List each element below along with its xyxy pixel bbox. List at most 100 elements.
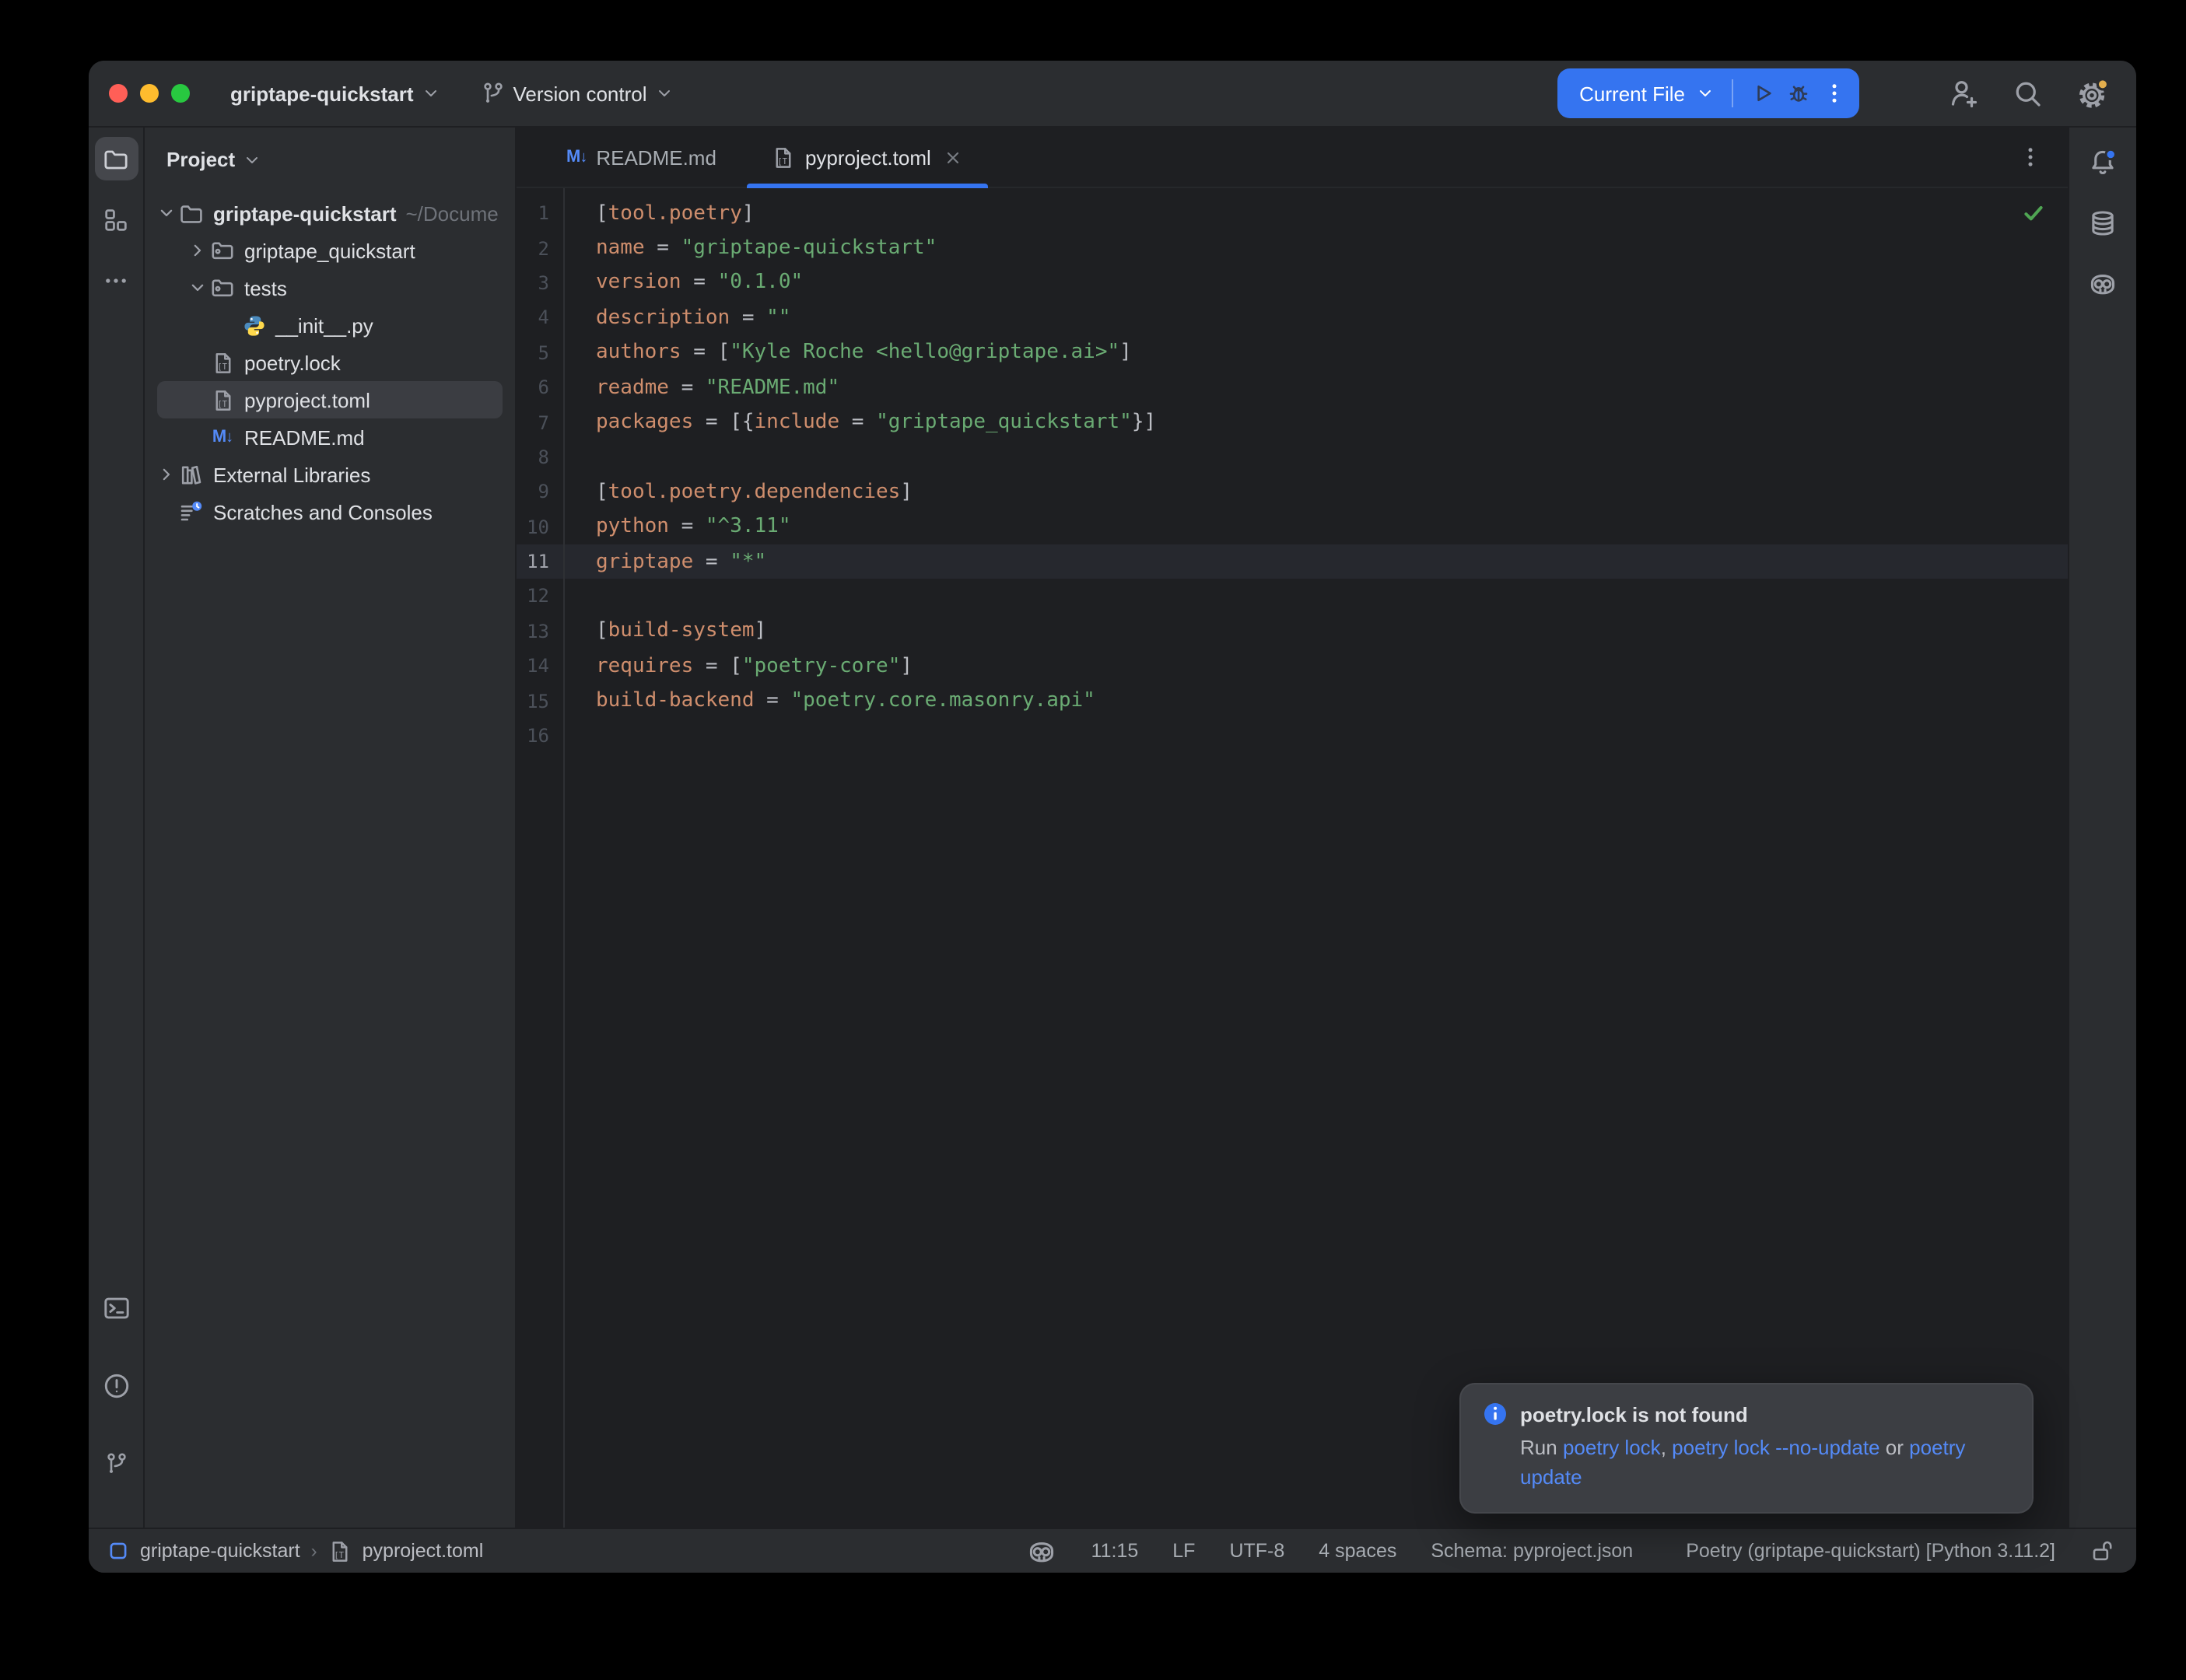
- status-schema[interactable]: Schema: pyproject.json: [1431, 1540, 1633, 1562]
- breadcrumb-file[interactable]: pyproject.toml: [363, 1540, 484, 1562]
- problems-tool-button[interactable]: [94, 1364, 138, 1408]
- tree-item-tests[interactable]: tests: [145, 269, 515, 306]
- search-icon[interactable]: [2012, 78, 2043, 109]
- project-panel: Project griptape-quickstart~/Documegript…: [145, 128, 517, 1528]
- code-line-8[interactable]: 8: [517, 439, 2068, 474]
- tree-item-external-libraries[interactable]: External Libraries: [145, 456, 515, 493]
- editor-tab-bar: M↓README.md[T]pyproject.toml: [517, 128, 2068, 188]
- tree-item-griptape-quickstart[interactable]: griptape_quickstart: [145, 232, 515, 269]
- tree-item-label: __init__.py: [275, 313, 373, 337]
- close-button[interactable]: [109, 84, 128, 103]
- code-line-3[interactable]: 3version = "0.1.0": [517, 266, 2068, 301]
- code-line-14[interactable]: 14requires = ["poetry-core"]: [517, 649, 2068, 684]
- settings-icon[interactable]: [2076, 77, 2108, 110]
- tree-item-readme-md[interactable]: M↓README.md: [145, 418, 515, 456]
- editor-area: M↓README.md[T]pyproject.toml 1[tool.poet…: [517, 128, 2068, 1528]
- line-content: description = "": [563, 306, 790, 330]
- markdown-icon: M↓: [210, 428, 235, 446]
- line-number: 8: [517, 446, 563, 468]
- debug-icon[interactable]: [1786, 81, 1811, 106]
- tree-item-griptape-quickstart[interactable]: griptape-quickstart~/Docume: [145, 194, 515, 232]
- line-number: 16: [517, 725, 563, 747]
- line-number: 3: [517, 272, 563, 294]
- code-line-5[interactable]: 5authors = ["Kyle Roche <hello@griptape.…: [517, 335, 2068, 370]
- project-tool-button[interactable]: [94, 137, 138, 180]
- terminal-tool-button[interactable]: [94, 1286, 138, 1330]
- line-number: 2: [517, 237, 563, 259]
- info-icon: [1483, 1402, 1508, 1426]
- run-configuration-widget[interactable]: Current File: [1557, 68, 1859, 118]
- title-bar: griptape-quickstart Version control Curr…: [89, 61, 2136, 128]
- chevron-down-icon[interactable]: [185, 277, 210, 299]
- code-line-6[interactable]: 6readme = "README.md": [517, 370, 2068, 405]
- notification-link[interactable]: poetry lock: [1563, 1436, 1661, 1459]
- status-encoding[interactable]: UTF-8: [1229, 1540, 1284, 1562]
- more-run-options-icon[interactable]: [1822, 81, 1847, 106]
- minimize-button[interactable]: [140, 84, 159, 103]
- chevron-down-icon: [243, 150, 261, 169]
- code-line-10[interactable]: 10python = "^3.11": [517, 509, 2068, 544]
- folder-icon: [179, 200, 204, 226]
- line-number: 13: [517, 621, 563, 642]
- notification-header: poetry.lock is not found: [1483, 1402, 2010, 1426]
- code-line-16[interactable]: 16: [517, 719, 2068, 754]
- tree-item-scratches-and-consoles[interactable]: Scratches and Consoles: [145, 493, 515, 530]
- breadcrumb-module[interactable]: griptape-quickstart: [140, 1540, 300, 1562]
- status-line-separator[interactable]: LF: [1172, 1540, 1195, 1562]
- database-icon[interactable]: [2088, 208, 2118, 238]
- add-user-icon[interactable]: [1948, 78, 1979, 109]
- tab-pyproject-toml[interactable]: [T]pyproject.toml: [744, 128, 992, 187]
- status-interpreter[interactable]: Poetry (griptape-quickstart) [Python 3.1…: [1686, 1540, 2055, 1562]
- close-icon[interactable]: [944, 147, 964, 167]
- code-line-7[interactable]: 7packages = [{include = "griptape_quicks…: [517, 405, 2068, 440]
- tabs: M↓README.md[T]pyproject.toml: [538, 128, 992, 187]
- tree-item-init-py[interactable]: __init__.py: [145, 306, 515, 344]
- project-panel-header[interactable]: Project: [145, 128, 515, 191]
- notification-title: poetry.lock is not found: [1520, 1402, 1748, 1426]
- tree-item-label: External Libraries: [213, 463, 370, 486]
- code-line-12[interactable]: 12: [517, 579, 2068, 614]
- editor-options-icon[interactable]: [2018, 145, 2043, 170]
- code-line-9[interactable]: 9[tool.poetry.dependencies]: [517, 474, 2068, 509]
- notification-link[interactable]: poetry lock --no-update: [1672, 1436, 1879, 1459]
- line-number: 4: [517, 307, 563, 329]
- module-icon: [107, 1540, 129, 1562]
- project-selector[interactable]: griptape-quickstart: [230, 82, 440, 105]
- right-activity-bar: [2068, 128, 2136, 1528]
- code-editor[interactable]: 1[tool.poetry]2name = "griptape-quicksta…: [517, 188, 2068, 1528]
- lock-icon[interactable]: [2090, 1538, 2114, 1563]
- code-line-13[interactable]: 13[build-system]: [517, 614, 2068, 649]
- structure-tool-button[interactable]: [94, 198, 138, 241]
- status-indent[interactable]: 4 spaces: [1319, 1540, 1396, 1562]
- chevron-right-icon[interactable]: [185, 240, 210, 261]
- breadcrumb: griptape-quickstart › [T] pyproject.toml: [107, 1539, 483, 1563]
- chevron-down-icon[interactable]: [154, 202, 179, 224]
- code-line-11[interactable]: 11griptape = "*": [517, 544, 2068, 579]
- code-line-15[interactable]: 15build-backend = "poetry.core.masonry.a…: [517, 684, 2068, 719]
- version-control-tool-button[interactable]: [94, 1442, 138, 1486]
- chevron-right-icon[interactable]: [154, 464, 179, 485]
- markdown-icon: M↓: [566, 148, 587, 166]
- libraries-icon: [179, 462, 204, 487]
- line-content: authors = ["Kyle Roche <hello@griptape.a…: [563, 341, 1132, 365]
- tree-item-label: griptape-quickstart: [213, 201, 397, 225]
- ai-assistant-icon[interactable]: [2088, 269, 2118, 299]
- status-caret-position[interactable]: 11:15: [1091, 1540, 1139, 1562]
- vcs-widget[interactable]: Version control: [481, 81, 674, 106]
- vcs-label: Version control: [513, 82, 647, 105]
- tab-readme-md[interactable]: M↓README.md: [538, 128, 744, 187]
- code-line-2[interactable]: 2name = "griptape-quickstart": [517, 231, 2068, 266]
- zoom-button[interactable]: [171, 84, 190, 103]
- code-line-1[interactable]: 1[tool.poetry]: [517, 196, 2068, 231]
- inspection-ok-icon[interactable]: [2021, 201, 2046, 226]
- breadcrumb-separator: ›: [311, 1540, 317, 1562]
- copilot-status-icon[interactable]: [1028, 1536, 1057, 1566]
- notification-text: ,: [1661, 1436, 1672, 1459]
- tree-item-pyproject-toml[interactable]: [T]pyproject.toml: [145, 381, 515, 418]
- notifications-bell-icon[interactable]: [2088, 148, 2118, 177]
- run-icon[interactable]: [1750, 81, 1775, 106]
- code-line-4[interactable]: 4description = "": [517, 300, 2068, 335]
- more-tools-button[interactable]: [94, 258, 138, 302]
- package-folder-icon: [210, 238, 235, 263]
- tree-item-poetry-lock[interactable]: [T]poetry.lock: [145, 344, 515, 381]
